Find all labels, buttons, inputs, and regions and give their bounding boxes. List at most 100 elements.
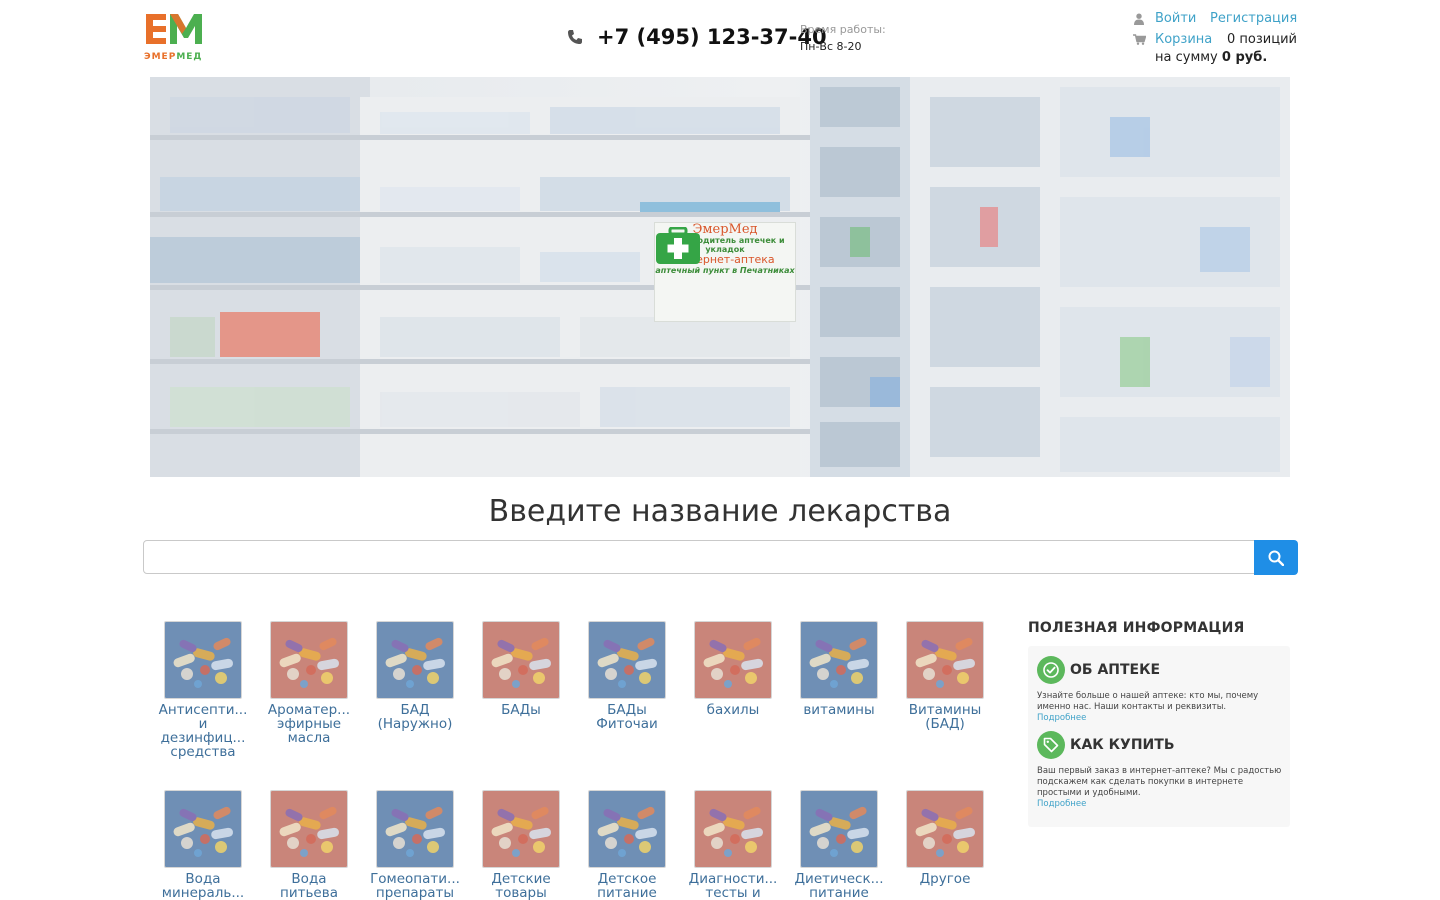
info-title-how-to-buy[interactable]: КАК КУПИТЬ: [1070, 737, 1175, 753]
category-image[interactable]: [588, 790, 666, 868]
info-more-link-how-to-buy[interactable]: Подробнее: [1037, 799, 1283, 810]
category-image[interactable]: [482, 790, 560, 868]
tag-icon: [1037, 731, 1065, 759]
category-label[interactable]: Другое: [892, 872, 998, 886]
category-image[interactable]: [164, 790, 242, 868]
category-image[interactable]: [270, 790, 348, 868]
category-item[interactable]: Детские товары: [468, 790, 574, 900]
category-label-line: Фиточаи: [596, 717, 658, 731]
category-label[interactable]: БАДы: [468, 703, 574, 717]
category-image[interactable]: [800, 621, 878, 699]
cart-link[interactable]: Корзина: [1155, 32, 1212, 47]
category-image[interactable]: [906, 790, 984, 868]
check-badge-icon: [1037, 656, 1065, 684]
category-image[interactable]: [270, 621, 348, 699]
user-icon: [1134, 13, 1144, 25]
category-label-line: питьева: [280, 886, 338, 900]
pills-image: [589, 791, 665, 867]
info-more-link-about[interactable]: Подробнее: [1037, 713, 1283, 724]
category-label-line: (Наружно): [377, 717, 453, 731]
category-item[interactable]: Диагности... тесты и: [680, 790, 786, 900]
category-label-line: препараты: [375, 886, 455, 900]
category-item[interactable]: Другое: [892, 790, 998, 886]
category-item[interactable]: Диетическ... питание: [786, 790, 892, 900]
category-image[interactable]: [376, 621, 454, 699]
cart-sum-label: на сумму: [1155, 50, 1218, 65]
category-item[interactable]: Витамины (БАД): [892, 621, 998, 731]
category-label-line: тесты и: [705, 886, 761, 900]
category-image[interactable]: [906, 621, 984, 699]
info-title-about[interactable]: ОБ АПТЕКЕ: [1070, 662, 1160, 678]
cart-sum: на сумму 0 руб.: [1155, 50, 1267, 65]
category-image[interactable]: [800, 790, 878, 868]
category-label[interactable]: Диетическ... питание: [786, 872, 892, 900]
category-image[interactable]: [482, 621, 560, 699]
search-button[interactable]: [1254, 540, 1298, 575]
category-label-line: (БАД): [925, 717, 965, 731]
logo-text: ЭМЕРМЕД: [144, 52, 206, 62]
pills-image: [377, 622, 453, 698]
category-item[interactable]: БАДы Фиточаи: [574, 621, 680, 731]
category-label[interactable]: бахилы: [680, 703, 786, 717]
logo-text-em: ЭМЕР: [144, 52, 177, 62]
category-label[interactable]: Вода питьева: [256, 872, 362, 900]
category-item[interactable]: Ароматер... эфирные масла: [256, 621, 362, 745]
category-label[interactable]: БАД (Наружно): [362, 703, 468, 731]
category-label[interactable]: БАДы Фиточаи: [574, 703, 680, 731]
category-label-line: Витамины: [908, 703, 982, 717]
info-description-about: Узнайте больше о нашей аптеке: кто мы, п…: [1037, 691, 1259, 712]
category-label-line: Антисепти...: [158, 703, 248, 717]
category-label-line: питание: [597, 886, 657, 900]
category-label-line: Другое: [919, 872, 971, 886]
phone-number[interactable]: +7 (495) 123-37-40: [597, 25, 827, 49]
category-image[interactable]: [376, 790, 454, 868]
category-image[interactable]: [588, 621, 666, 699]
category-item[interactable]: Вода минераль...: [150, 790, 256, 900]
pills-image: [377, 791, 453, 867]
pills-image: [483, 791, 559, 867]
category-item[interactable]: Вода питьева: [256, 790, 362, 900]
category-label[interactable]: Антисепти... и дезинфиц... средства: [150, 703, 256, 759]
category-label[interactable]: Гомеопати... препараты: [362, 872, 468, 900]
category-label-line: Детские: [491, 872, 551, 886]
category-item[interactable]: витамины: [786, 621, 892, 717]
category-label[interactable]: Детские товары: [468, 872, 574, 900]
category-item[interactable]: Детское питание: [574, 790, 680, 900]
register-link[interactable]: Регистрация: [1210, 11, 1297, 26]
category-item[interactable]: БАД (Наружно): [362, 621, 468, 731]
category-label-line: средства: [170, 745, 236, 759]
search-input[interactable]: [143, 540, 1255, 574]
site-header: ЭМЕРМЕД +7 (495) 123-37-40 Время работы:…: [0, 0, 1440, 76]
category-label[interactable]: Детское питание: [574, 872, 680, 900]
category-label[interactable]: Вода минераль...: [150, 872, 256, 900]
useful-info-box: ОБ АПТЕКЕ Узнайте больше о нашей аптеке:…: [1028, 646, 1290, 827]
category-item[interactable]: БАДы: [468, 621, 574, 717]
logo-text-med: МЕД: [176, 52, 203, 62]
category-label-line: Вода: [185, 872, 221, 886]
category-label[interactable]: витамины: [786, 703, 892, 717]
category-label[interactable]: Ароматер... эфирные масла: [256, 703, 362, 745]
category-image[interactable]: [164, 621, 242, 699]
login-link[interactable]: Войти: [1155, 11, 1196, 26]
category-image[interactable]: [694, 790, 772, 868]
category-item[interactable]: Антисепти... и дезинфиц... средства: [150, 621, 256, 759]
category-item[interactable]: Гомеопати... препараты: [362, 790, 468, 900]
category-label-line: Детское: [597, 872, 657, 886]
category-label-line: витамины: [803, 703, 875, 717]
pills-image: [907, 622, 983, 698]
pills-image: [695, 791, 771, 867]
pills-image: [165, 622, 241, 698]
logo-mark-icon: [146, 14, 202, 44]
category-label[interactable]: Витамины (БАД): [892, 703, 998, 731]
logo[interactable]: ЭМЕРМЕД: [144, 12, 206, 64]
hero-banner[interactable]: ЭмерМед производитель аптечек и укладок …: [150, 77, 1290, 477]
cart-item-count: 0 позиций: [1227, 32, 1297, 47]
category-image[interactable]: [694, 621, 772, 699]
pills-image: [695, 622, 771, 698]
category-label-line: БАДы: [501, 703, 541, 717]
pills-image: [801, 791, 877, 867]
info-description-how-to-buy: Ваш первый заказ в интернет-аптеке? Мы с…: [1037, 766, 1282, 798]
category-item[interactable]: бахилы: [680, 621, 786, 717]
category-label[interactable]: Диагности... тесты и: [680, 872, 786, 900]
category-label-line: эфирные: [276, 717, 342, 731]
